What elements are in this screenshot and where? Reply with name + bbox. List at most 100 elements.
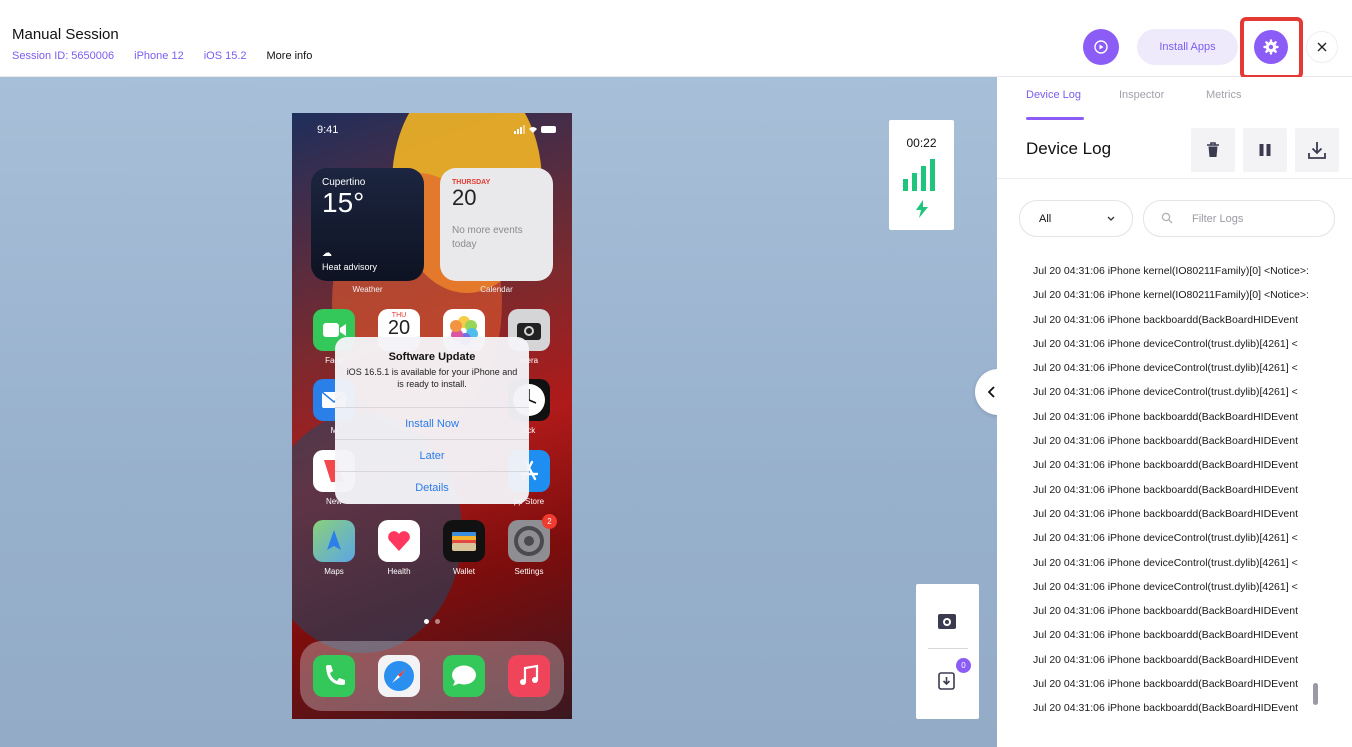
weather-advisory: Heat advisory	[322, 262, 378, 272]
session-meta: Session ID: 5650006 iPhone 12 iOS 15.2 M…	[12, 50, 332, 62]
download-logs-button[interactable]	[1295, 128, 1339, 172]
log-list: Jul 20 04:31:06 iPhone kernel(IO80211Fam…	[1033, 259, 1321, 719]
calendar-date: 20	[452, 185, 477, 210]
app-label: Health	[387, 567, 411, 576]
signal-strength-icon	[903, 159, 935, 191]
more-info-link[interactable]: More info	[267, 50, 313, 62]
calendar-widget[interactable]: THURSDAY 20 No more events today	[440, 168, 553, 281]
log-level-select[interactable]: All	[1019, 200, 1133, 237]
weather-temp: 15°	[322, 187, 365, 218]
session-id: Session ID: 5650006	[12, 50, 115, 62]
weather-widget[interactable]: Cupertino 15° ☁ Heat advisory	[311, 168, 424, 281]
tab-device-log[interactable]: Device Log	[1026, 89, 1081, 101]
log-line: Jul 20 04:31:06 iPhone backboardd(BackBo…	[1033, 702, 1299, 715]
later-button[interactable]: Later	[335, 439, 529, 471]
divider	[997, 178, 1352, 179]
signal-status-icon	[514, 125, 556, 134]
status-icons	[514, 125, 558, 136]
settings-badge: 2	[542, 514, 557, 529]
log-line: Jul 20 04:31:06 iPhone deviceControl(tru…	[1033, 580, 1298, 593]
alert-title: Software Update	[388, 351, 476, 363]
search-icon	[1161, 212, 1173, 224]
log-scrollbar[interactable]	[1313, 683, 1318, 705]
log-line: Jul 20 04:31:06 iPhone backboardd(BackBo…	[1033, 629, 1299, 642]
messages-app-icon[interactable]	[443, 655, 485, 697]
downloads-count-badge: 0	[956, 658, 971, 673]
device-tools-card: 0	[916, 584, 979, 719]
phone-app-icon[interactable]	[313, 655, 355, 697]
play-icon	[1094, 40, 1108, 54]
details-button[interactable]: Details	[335, 471, 529, 503]
widget-label: Calendar	[480, 285, 513, 294]
log-line: Jul 20 04:31:06 iPhone backboardd(BackBo…	[1033, 605, 1299, 618]
chevron-down-icon	[1107, 216, 1115, 221]
calendar-icon-date: 20	[387, 317, 411, 339]
log-line: Jul 20 04:31:06 iPhone kernel(IO80211Fam…	[1033, 265, 1309, 277]
log-line: Jul 20 04:31:06 iPhone backboardd(BackBo…	[1033, 410, 1299, 423]
tab-metrics[interactable]: Metrics	[1206, 89, 1241, 101]
log-line: Jul 20 04:31:06 iPhone deviceControl(tru…	[1033, 556, 1298, 569]
maps-app-icon[interactable]	[313, 520, 355, 562]
pause-logs-button[interactable]	[1243, 128, 1287, 172]
camera-icon	[938, 614, 956, 629]
device-screen[interactable]: 9:41 Cupertino 15° ☁ Heat advisory Weath…	[292, 113, 572, 719]
app-label: Maps	[324, 567, 344, 576]
filter-logs-input[interactable]: Filter Logs	[1143, 200, 1335, 237]
safari-app-icon[interactable]	[378, 655, 420, 697]
trash-icon	[1207, 142, 1219, 157]
install-apps-button[interactable]: Install Apps	[1137, 29, 1238, 65]
device-stage: 9:41 Cupertino 15° ☁ Heat advisory Weath…	[0, 77, 997, 747]
pause-icon	[1259, 144, 1271, 156]
panel-toggle-button[interactable]	[975, 369, 997, 415]
music-app-icon[interactable]	[508, 655, 550, 697]
session-timer: 00:22	[906, 136, 937, 150]
close-button[interactable]	[1306, 31, 1338, 63]
clear-logs-button[interactable]	[1191, 128, 1235, 172]
log-level-value: All	[1039, 212, 1052, 225]
device-log-panel: Device Log Inspector Metrics Device Log …	[997, 77, 1352, 747]
log-line: Jul 20 04:31:06 iPhone backboardd(BackBo…	[1033, 313, 1299, 326]
log-line: Jul 20 04:31:06 iPhone backboardd(BackBo…	[1033, 678, 1299, 691]
page-title: Manual Session	[12, 26, 119, 43]
log-line: Jul 20 04:31:06 iPhone backboardd(BackBo…	[1033, 507, 1299, 520]
session-header: Manual Session Session ID: 5650006 iPhon…	[0, 0, 1352, 79]
download-icon	[1308, 142, 1326, 159]
health-app-icon[interactable]	[378, 520, 420, 562]
filter-placeholder: Filter Logs	[1192, 212, 1244, 225]
software-update-alert: Software Update iOS 16.5.1 is available …	[335, 337, 529, 504]
calendar-events: No more events today	[452, 225, 523, 250]
log-line: Jul 20 04:31:06 iPhone kernel(IO80211Fam…	[1033, 289, 1309, 302]
log-line: Jul 20 04:31:06 iPhone backboardd(BackBo…	[1033, 459, 1299, 472]
app-label: Wallet	[453, 567, 475, 576]
widget-label: Weather	[352, 285, 383, 294]
log-line: Jul 20 04:31:06 iPhone deviceControl(tru…	[1033, 362, 1298, 375]
downloads-button[interactable]	[938, 671, 958, 696]
download-box-icon	[938, 672, 955, 690]
gear-icon	[1263, 39, 1279, 55]
tab-inspector[interactable]: Inspector	[1119, 89, 1164, 101]
code-brackets-icon	[987, 386, 995, 398]
session-stats-card: 00:22	[889, 120, 954, 230]
app-label: Settings	[514, 567, 544, 576]
play-button[interactable]	[1083, 29, 1119, 65]
active-tab-indicator	[1026, 117, 1084, 120]
page-dots	[424, 611, 446, 629]
log-line: Jul 20 04:31:06 iPhone deviceControl(tru…	[1033, 337, 1298, 350]
settings-button[interactable]	[1254, 30, 1288, 64]
panel-title: Device Log	[1026, 139, 1112, 158]
device-name: iPhone 12	[134, 50, 184, 62]
log-line: Jul 20 04:31:06 iPhone backboardd(BackBo…	[1033, 435, 1299, 448]
screenshot-button[interactable]	[937, 612, 957, 635]
install-now-button[interactable]: Install Now	[335, 407, 529, 439]
alert-message: iOS 16.5.1 is available for your iPhone …	[346, 367, 518, 389]
wallet-app-icon[interactable]	[443, 520, 485, 562]
close-icon	[1317, 42, 1327, 52]
log-line: Jul 20 04:31:06 iPhone backboardd(BackBo…	[1033, 653, 1299, 666]
log-line: Jul 20 04:31:06 iPhone deviceControl(tru…	[1033, 386, 1298, 399]
divider	[928, 648, 968, 649]
cloud-icon: ☁	[322, 248, 332, 259]
log-line: Jul 20 04:31:06 iPhone deviceControl(tru…	[1033, 532, 1298, 545]
status-time: 9:41	[317, 124, 339, 136]
os-version: iOS 15.2	[203, 50, 247, 62]
bolt-icon	[916, 200, 928, 218]
